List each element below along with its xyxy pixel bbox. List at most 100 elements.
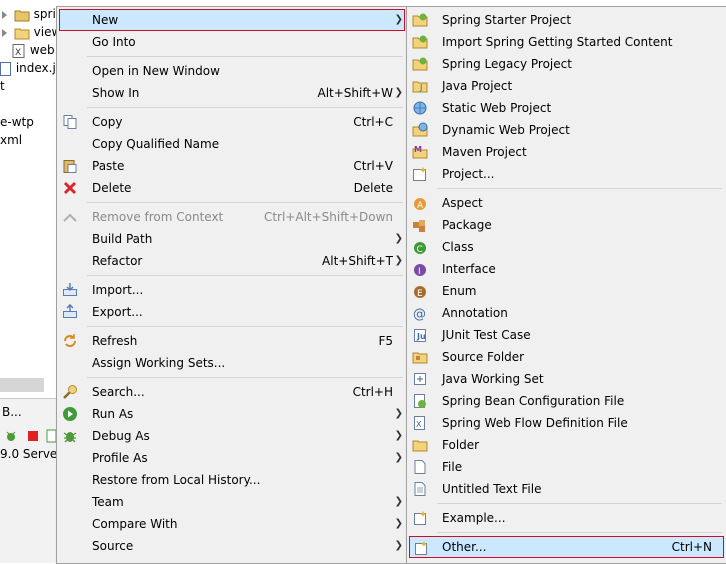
tree-row-wtp[interactable]: e-wtp: [0, 113, 34, 131]
menu-item-assign-working-sets[interactable]: Assign Working Sets...: [59, 352, 405, 374]
menu-item-import[interactable]: Import...: [59, 279, 405, 301]
panel-tab[interactable]: B...: [2, 405, 22, 419]
menu-item-label: Other...: [442, 540, 487, 554]
submenu-item-spring-bean-configuration-file[interactable]: Spring Bean Configuration File: [409, 390, 724, 412]
menu-item-delete[interactable]: Delete Delete: [59, 177, 405, 199]
menu-item-new[interactable]: New ❯: [59, 9, 405, 31]
menu-item-shortcut: Ctrl+H: [352, 385, 393, 399]
submenu-item-package[interactable]: Package: [409, 214, 724, 236]
menu-item-remove-from-context[interactable]: Remove from Context Ctrl+Alt+Shift+Down: [59, 206, 405, 228]
submenu-item-enum[interactable]: E Enum: [409, 280, 724, 302]
menu-item-go-into[interactable]: Go Into: [59, 31, 405, 53]
server-row[interactable]: 9.0 Server: [0, 447, 62, 461]
submenu-item-annotation[interactable]: @ Annotation: [409, 302, 724, 324]
menu-item-label: Project...: [442, 167, 495, 181]
submenu-arrow-icon: ❯: [394, 430, 403, 441]
export-icon: [63, 304, 77, 318]
project-folder-icon: [14, 10, 30, 21]
expand-arrow-icon[interactable]: [2, 10, 7, 19]
svg-text:I: I: [418, 267, 421, 277]
xml-file-icon: X: [12, 43, 25, 58]
tree-row-xml[interactable]: xml: [0, 131, 22, 149]
stop-server-icon[interactable]: [28, 431, 38, 441]
svg-text:J: J: [419, 83, 422, 92]
expand-arrow-icon[interactable]: [2, 28, 7, 37]
debug-server-icon[interactable]: [4, 429, 18, 443]
submenu-item-static-web-project[interactable]: Static Web Project: [409, 97, 724, 119]
menu-item-label: Class: [442, 240, 474, 254]
menu-item-profile-as[interactable]: Profile As ❯: [59, 447, 405, 469]
submenu-item-source-folder[interactable]: Source Folder: [409, 346, 724, 368]
menu-item-label: Example...: [442, 511, 506, 525]
menu-item-team[interactable]: Team ❯: [59, 491, 405, 513]
folder-icon: [412, 440, 428, 452]
submenu-item-spring-starter-project[interactable]: Spring Starter Project: [409, 9, 724, 31]
submenu-item-example[interactable]: Example...: [409, 507, 724, 529]
menu-item-label: Run As: [92, 407, 134, 421]
submenu-item-aspect[interactable]: A Aspect: [409, 192, 724, 214]
menu-item-show-in[interactable]: Show In Alt+Shift+W ❯: [59, 82, 405, 104]
menu-item-source[interactable]: Source ❯: [59, 535, 405, 557]
submenu-item-java-working-set[interactable]: Java Working Set: [409, 368, 724, 390]
menu-item-paste[interactable]: Paste Ctrl+V: [59, 155, 405, 177]
search-icon: [63, 385, 77, 399]
menu-item-restore-local-history[interactable]: Restore from Local History...: [59, 469, 405, 491]
menu-item-label: Export...: [92, 305, 143, 319]
submenu-arrow-icon: ❯: [394, 518, 403, 529]
menu-item-build-path[interactable]: Build Path ❯: [59, 228, 405, 250]
menu-item-label: Spring Web Flow Definition File: [442, 416, 628, 430]
submenu-item-other[interactable]: Other... Ctrl+N: [409, 536, 724, 558]
menu-item-search[interactable]: Search... Ctrl+H: [59, 381, 405, 403]
menu-item-run-as[interactable]: Run As ❯: [59, 403, 405, 425]
submenu-item-dynamic-web-project[interactable]: Dynamic Web Project: [409, 119, 724, 141]
menu-item-shortcut: Alt+Shift+T: [322, 254, 393, 268]
menu-item-export[interactable]: Export...: [59, 301, 405, 323]
menu-item-label: Restore from Local History...: [92, 473, 261, 487]
menu-item-label: Source: [92, 539, 134, 553]
submenu-item-class[interactable]: C Class: [409, 236, 724, 258]
menu-item-label: Build Path: [92, 232, 153, 246]
class-icon: C: [414, 242, 426, 255]
tree-row-index[interactable]: index.js: [0, 59, 62, 77]
svg-text:A: A: [417, 201, 424, 211]
menu-item-label: Copy Qualified Name: [92, 137, 220, 151]
submenu-item-spring-legacy-project[interactable]: Spring Legacy Project: [409, 53, 724, 75]
tree-row-label: web.: [29, 43, 59, 57]
menu-separator: [87, 107, 403, 108]
menu-separator: [437, 188, 722, 189]
menu-item-refactor[interactable]: Refactor Alt+Shift+T ❯: [59, 250, 405, 272]
menu-item-copy-qualified-name[interactable]: Copy Qualified Name: [59, 133, 405, 155]
submenu-item-junit-test-case[interactable]: Ju JUnit Test Case: [409, 324, 724, 346]
submenu-item-untitled-text-file[interactable]: Untitled Text File: [409, 478, 724, 500]
debug-icon: [63, 432, 77, 443]
menu-item-label: Copy: [92, 115, 123, 129]
menu-item-open-in-new-window[interactable]: Open in New Window: [59, 60, 405, 82]
spring-bean-icon: [414, 394, 426, 408]
submenu-item-import-spring-getting-started[interactable]: Import Spring Getting Started Content: [409, 31, 724, 53]
horizontal-scrollbar[interactable]: [0, 378, 44, 392]
submenu-item-folder[interactable]: Folder: [409, 434, 724, 456]
menu-item-refresh[interactable]: Refresh F5: [59, 330, 405, 352]
submenu-item-project[interactable]: Project...: [409, 163, 724, 185]
submenu-item-maven-project[interactable]: M Maven Project: [409, 141, 724, 163]
jsp-file-icon: [0, 61, 11, 76]
tree-row-t[interactable]: t: [0, 77, 5, 95]
menu-separator: [87, 275, 403, 276]
menu-item-label: Annotation: [442, 306, 508, 320]
menu-item-label: Profile As: [92, 451, 148, 465]
svg-text:Ju: Ju: [416, 332, 426, 341]
submenu-item-java-project[interactable]: J Java Project: [409, 75, 724, 97]
submenu-item-interface[interactable]: I Interface: [409, 258, 724, 280]
menu-item-debug-as[interactable]: Debug As ❯: [59, 425, 405, 447]
submenu-item-file[interactable]: File: [409, 456, 724, 478]
tree-row-web-xml[interactable]: X web.: [12, 41, 58, 59]
submenu-item-spring-web-flow-definition-file[interactable]: X Spring Web Flow Definition File: [409, 412, 724, 434]
menu-item-copy[interactable]: Copy Ctrl+C: [59, 111, 405, 133]
menu-item-label: Refresh: [92, 334, 138, 348]
tree-row-project[interactable]: sprin: [2, 5, 63, 23]
tree-row-views[interactable]: view: [2, 23, 61, 41]
copy-icon: [63, 115, 77, 129]
menu-separator: [87, 202, 403, 203]
spring-import-icon: [412, 35, 428, 49]
menu-item-compare-with[interactable]: Compare With ❯: [59, 513, 405, 535]
